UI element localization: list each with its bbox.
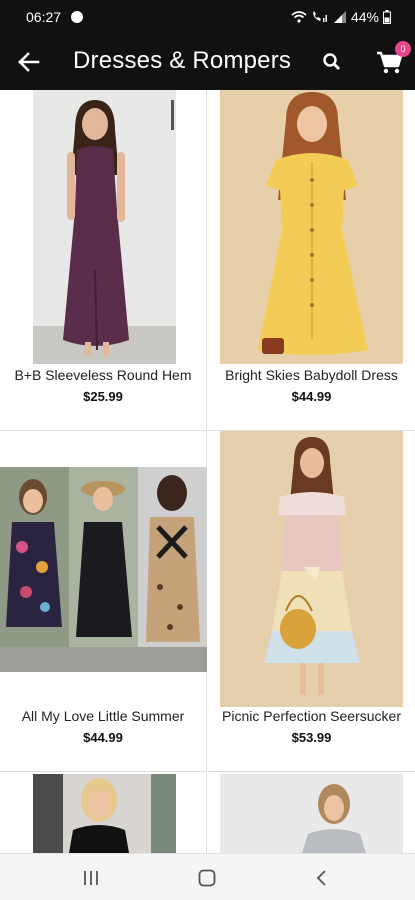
status-indicators: 44%	[291, 9, 391, 25]
product-card[interactable]: Picnic Perfection Seersucker $53.99	[208, 431, 415, 772]
product-name: Bright Skies Babydoll Dress	[225, 367, 398, 383]
product-card[interactable]: B+B Sleeveless Round Hem $25.99	[0, 90, 207, 431]
page-title: Dresses & Rompers	[73, 47, 292, 74]
cart-count-badge: 0	[395, 41, 411, 57]
home-button[interactable]	[195, 866, 219, 890]
product-grid: B+B Sleeveless Round Hem $25.99 Bright S…	[0, 90, 415, 853]
arrow-left-icon	[18, 52, 40, 72]
product-image	[33, 90, 176, 364]
signal-icon	[333, 11, 346, 23]
status-time: 06:27	[26, 9, 62, 25]
product-price: $53.99	[291, 730, 332, 745]
product-name: B+B Sleeveless Round Hem	[14, 367, 192, 383]
product-image	[220, 774, 403, 853]
product-image	[0, 467, 207, 672]
call-signal-icon	[312, 11, 327, 22]
recents-button[interactable]	[79, 866, 103, 890]
search-icon	[323, 53, 340, 70]
home-icon	[198, 869, 216, 887]
product-price: $44.99	[291, 389, 332, 404]
system-back-button[interactable]	[310, 866, 334, 890]
status-bar: 06:27 44%	[0, 0, 415, 34]
product-image	[33, 774, 176, 853]
product-price: $44.99	[83, 730, 123, 745]
back-icon	[316, 870, 326, 886]
product-card[interactable]: All My Love Little Summer $44.99	[0, 431, 207, 772]
battery-percent: 44%	[350, 9, 379, 25]
app-bar: Dresses & Rompers 0	[0, 34, 415, 90]
notification-icon	[71, 11, 83, 23]
back-button[interactable]	[14, 48, 44, 76]
recents-icon	[84, 871, 98, 885]
battery-icon	[383, 10, 391, 24]
search-button[interactable]	[318, 48, 346, 76]
system-nav-bar	[0, 853, 415, 900]
product-card[interactable]: Bright Skies Babydoll Dress $44.99	[208, 90, 415, 431]
product-name: All My Love Little Summer	[21, 708, 185, 724]
product-card[interactable]	[0, 772, 207, 853]
product-image	[220, 90, 403, 364]
product-image	[220, 431, 403, 707]
product-card[interactable]	[208, 772, 415, 853]
product-price: $25.99	[83, 389, 123, 404]
product-name: Picnic Perfection Seersucker	[222, 708, 401, 724]
wifi-icon	[291, 11, 307, 23]
